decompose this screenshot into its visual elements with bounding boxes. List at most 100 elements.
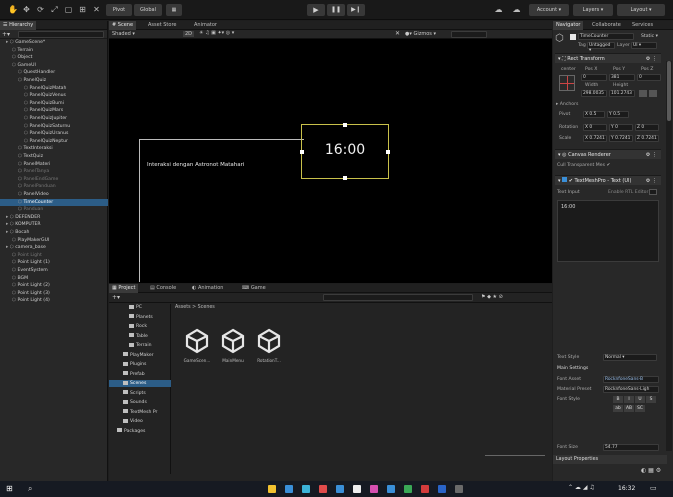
component-menu-icon[interactable]: ⚙ ⋮: [646, 54, 657, 64]
hierarchy-item[interactable]: ⬡ QuestHandler: [0, 69, 108, 76]
scene-asset[interactable]: RotationT...: [253, 328, 285, 368]
pos-z-field[interactable]: 0: [637, 74, 661, 81]
search-icon[interactable]: ⌕: [28, 484, 32, 494]
blueprint-mode-button[interactable]: [639, 90, 647, 97]
text-style-dropdown[interactable]: Normal ▾: [603, 354, 657, 361]
app-icon-8[interactable]: [404, 485, 412, 493]
move-tool-icon[interactable]: ✥: [22, 5, 31, 14]
inspector-scrollbar-thumb[interactable]: [667, 61, 671, 121]
rotate-tool-icon[interactable]: ⟳: [36, 5, 45, 14]
taskbar-clock[interactable]: 16:32: [618, 485, 635, 492]
account-dropdown[interactable]: Account ▾: [529, 4, 569, 16]
font-style-button[interactable]: SC: [635, 405, 645, 412]
tmp-header[interactable]: ▾ ✔ TextMeshPro - Text (UI) ⚙ ⋮: [555, 175, 661, 185]
hierarchy-item[interactable]: ⬡ Point Light (1): [0, 259, 108, 266]
hierarchy-item[interactable]: ⬡ PanelQuizBumi: [0, 100, 108, 107]
hierarchy-item[interactable]: ⬡ GameUI: [0, 62, 108, 69]
gizmos-dropdown[interactable]: ●▾ Gizmos ▾: [405, 31, 436, 37]
collab-icon[interactable]: ☁: [494, 5, 503, 14]
tab-game[interactable]: ⌨ Game: [239, 284, 269, 293]
folder-item[interactable]: PC: [109, 304, 171, 311]
resize-handle-right[interactable]: [386, 150, 390, 154]
grid-snap-button[interactable]: ▦: [166, 4, 182, 16]
hierarchy-item[interactable]: ⬡ PanelQuizNeptur: [0, 138, 108, 145]
anchors-foldout[interactable]: ▸ Anchors: [556, 102, 578, 107]
folder-item[interactable]: Sounds: [109, 399, 171, 406]
scene-tools-icon[interactable]: ✕: [395, 30, 400, 37]
font-size-field[interactable]: 54.77: [603, 444, 659, 451]
font-style-button[interactable]: AB: [624, 405, 634, 412]
raw-edit-button[interactable]: [649, 90, 657, 97]
scale-z-field[interactable]: Z 0.7241: [635, 135, 659, 142]
tab-scene[interactable]: # Scene: [109, 21, 137, 30]
tab-asset-store[interactable]: Asset Store: [145, 21, 179, 30]
app-icon-3[interactable]: [319, 485, 327, 493]
canvas-renderer-header[interactable]: ▾ ◎ Canvas Renderer ⚙ ⋮: [555, 149, 661, 159]
font-asset-field[interactable]: RocknfoneSans-B: [603, 376, 659, 383]
rect-tool-icon[interactable]: ▢: [64, 5, 73, 14]
pause-button[interactable]: ❚❚: [327, 4, 345, 16]
text-input-area[interactable]: 16:00: [557, 200, 659, 262]
enable-rtl-checkbox[interactable]: [649, 189, 657, 195]
hierarchy-item[interactable]: ⬡ EventSystem: [0, 267, 108, 274]
folder-item[interactable]: PlayMaker: [109, 352, 171, 359]
hierarchy-item[interactable]: ⬡ PanelQuiz: [0, 77, 108, 84]
project-breadcrumb[interactable]: Assets > Scenes: [175, 305, 215, 310]
inspector-scrollbar[interactable]: [666, 61, 672, 451]
hierarchy-item[interactable]: ⬡ Panduan: [0, 206, 108, 213]
layout-properties-bar[interactable]: Layout Properties: [553, 455, 667, 464]
width-field[interactable]: 298.0035: [581, 90, 607, 97]
hierarchy-item[interactable]: ⬡ PanelQuizMars: [0, 107, 108, 114]
scene-asset[interactable]: GameScen...: [181, 328, 213, 368]
tag-dropdown[interactable]: Untagged ▾: [587, 42, 615, 53]
folder-item[interactable]: Planets: [109, 314, 171, 321]
hierarchy-item[interactable]: ⬡ PanelMateri: [0, 161, 108, 168]
hierarchy-item[interactable]: ⬡ PlayMakerGUI: [0, 237, 108, 244]
folder-item[interactable]: Terrain: [109, 342, 171, 349]
hierarchy-item[interactable]: ⬡ PanelTanya: [0, 168, 108, 175]
global-toggle[interactable]: Global: [134, 4, 162, 16]
hierarchy-item[interactable]: ⬡ Point Light (2): [0, 282, 108, 289]
hierarchy-item[interactable]: ⬡ PanelQuizVenus: [0, 92, 108, 99]
create-plus-icon[interactable]: +▾: [2, 31, 10, 38]
folder-item[interactable]: Video: [109, 418, 171, 425]
object-name-field[interactable]: TimeCounter: [578, 33, 634, 40]
tab-navigator[interactable]: Navigator: [553, 21, 584, 30]
file-explorer-icon[interactable]: [268, 485, 276, 493]
rot-z-field[interactable]: Z 0: [635, 124, 659, 131]
rot-x-field[interactable]: X 0: [583, 124, 607, 131]
transform-tool-icon[interactable]: ⊞: [78, 5, 87, 14]
font-style-button[interactable]: I: [624, 396, 634, 403]
component-menu-icon[interactable]: ⚙ ⋮: [646, 176, 657, 186]
notifications-icon[interactable]: ▭: [650, 484, 657, 492]
hierarchy-item[interactable]: ⬡ TextQuiz: [0, 153, 108, 160]
toggle-2d[interactable]: 2D: [183, 31, 195, 37]
font-style-button[interactable]: S: [646, 396, 656, 403]
project-search-input[interactable]: [323, 294, 473, 301]
hierarchy-item[interactable]: ⬡ BGM: [0, 275, 108, 282]
tab-animator[interactable]: Animator: [191, 21, 220, 30]
hierarchy-item[interactable]: ⬡ Point Light: [0, 252, 108, 259]
tab-animation[interactable]: ◐ Animation: [189, 284, 226, 293]
active-checkbox[interactable]: [570, 34, 576, 40]
hierarchy-item[interactable]: ⬡ PanelQuizJupiter: [0, 115, 108, 122]
hierarchy-item[interactable]: ▸ ⬡ KOMPUTER: [0, 221, 108, 228]
hierarchy-item[interactable]: ▸ ⬡ GameScene*: [0, 39, 108, 46]
anchor-presets-button[interactable]: [559, 75, 575, 91]
hierarchy-item[interactable]: ⬡ PanelQuizMatah: [0, 85, 108, 92]
app-icon-11[interactable]: [455, 485, 463, 493]
font-style-button[interactable]: ab: [613, 405, 623, 412]
shading-dropdown[interactable]: Shaded ▾: [112, 31, 135, 37]
static-toggle[interactable]: Static ▾: [641, 34, 658, 39]
scene-asset[interactable]: MainMenu: [217, 328, 249, 368]
interaction-text[interactable]: Interaksi dengan Astronot Matahari: [147, 162, 244, 168]
hierarchy-item[interactable]: ⬡ PanelQuizSaturnu: [0, 123, 108, 130]
tab-project[interactable]: ▦ Project: [109, 284, 139, 293]
preview-icons[interactable]: ◐ ▦ ⚙: [641, 467, 661, 474]
project-filter-icons[interactable]: ⚑ ◆ ★ ⊘: [481, 294, 503, 300]
font-style-button[interactable]: U: [635, 396, 645, 403]
folder-item[interactable]: Table: [109, 333, 171, 340]
hand-tool-icon[interactable]: ✋: [8, 5, 18, 14]
layout-dropdown[interactable]: Layout ▾: [617, 4, 665, 16]
unity-icon[interactable]: [353, 485, 361, 493]
